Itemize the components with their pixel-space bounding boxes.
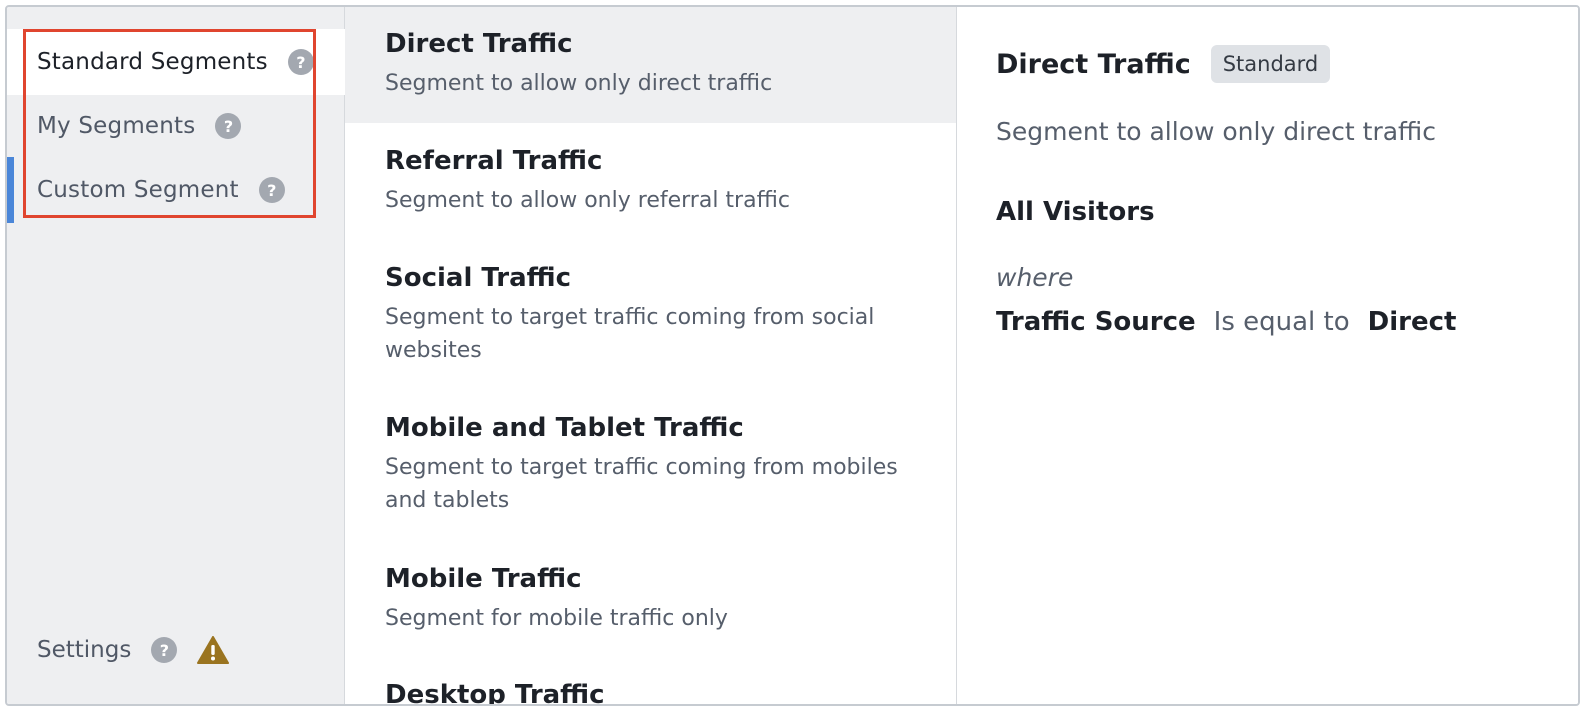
rule-value: Direct [1367, 307, 1457, 337]
detail-header: Direct Traffic Standard [996, 45, 1331, 83]
segment-detail: Direct Traffic Standard Segment to allow… [958, 7, 1578, 704]
segment-description: Segment to target traffic coming from mo… [385, 455, 898, 513]
sidebar-item-label: Standard Segments [37, 49, 268, 75]
warning-icon[interactable] [197, 636, 230, 664]
segment-item-desktop-traffic[interactable]: Desktop Traffic [345, 678, 956, 704]
segment-title: Direct Traffic [385, 29, 573, 59]
segment-item-direct-traffic[interactable]: Direct Traffic Segment to allow only dir… [345, 7, 956, 123]
sidebar-item-label: My Segments [37, 113, 196, 139]
rule-operator: Is equal to [1213, 307, 1350, 337]
segment-title: Mobile and Tablet Traffic [385, 413, 744, 443]
segment-list: Direct Traffic Segment to allow only dir… [345, 7, 957, 704]
settings-label: Settings [37, 637, 132, 663]
segment-item-social-traffic[interactable]: Social Traffic Segment to target traffic… [345, 261, 956, 367]
sidebar: Standard Segments ? My Segments ? Custom… [7, 7, 345, 704]
segment-description: Segment to allow only referral traffic [385, 188, 790, 213]
standard-badge: Standard [1210, 45, 1331, 83]
segment-item-referral-traffic[interactable]: Referral Traffic Segment to allow only r… [345, 144, 956, 217]
detail-title: Direct Traffic [996, 48, 1191, 80]
sidebar-item-my-segments[interactable]: My Segments ? [7, 93, 345, 159]
sidebar-item-standard-segments[interactable]: Standard Segments ? [7, 29, 345, 95]
segment-title: Mobile Traffic [385, 564, 582, 594]
segment-description: Segment to target traffic coming from so… [385, 305, 875, 363]
detail-description: Segment to allow only direct traffic [996, 117, 1436, 146]
segment-title: Social Traffic [385, 263, 572, 293]
help-icon[interactable]: ? [215, 113, 242, 139]
segments-panel: Standard Segments ? My Segments ? Custom… [5, 5, 1580, 706]
segment-description: Segment for mobile traffic only [385, 606, 728, 631]
segment-title: Referral Traffic [385, 146, 603, 176]
help-icon[interactable]: ? [287, 49, 314, 75]
segment-rule: Traffic Source Is equal to Direct [996, 307, 1456, 337]
segment-item-mobile-traffic[interactable]: Mobile Traffic Segment for mobile traffi… [345, 562, 956, 635]
segment-title: Desktop Traffic [385, 680, 605, 704]
sidebar-item-settings[interactable]: Settings ? [7, 617, 345, 683]
sidebar-item-label: Custom Segment [37, 177, 239, 203]
segment-description: Segment to allow only direct traffic [385, 71, 773, 96]
where-label: where [996, 263, 1074, 292]
sidebar-item-custom-segment[interactable]: Custom Segment ? [7, 157, 345, 223]
segment-item-mobile-and-tablet-traffic[interactable]: Mobile and Tablet Traffic Segment to tar… [345, 411, 956, 517]
audience-heading: All Visitors [996, 197, 1155, 227]
help-icon[interactable]: ? [151, 637, 178, 663]
help-icon[interactable]: ? [258, 177, 285, 203]
rule-field: Traffic Source [996, 307, 1196, 337]
